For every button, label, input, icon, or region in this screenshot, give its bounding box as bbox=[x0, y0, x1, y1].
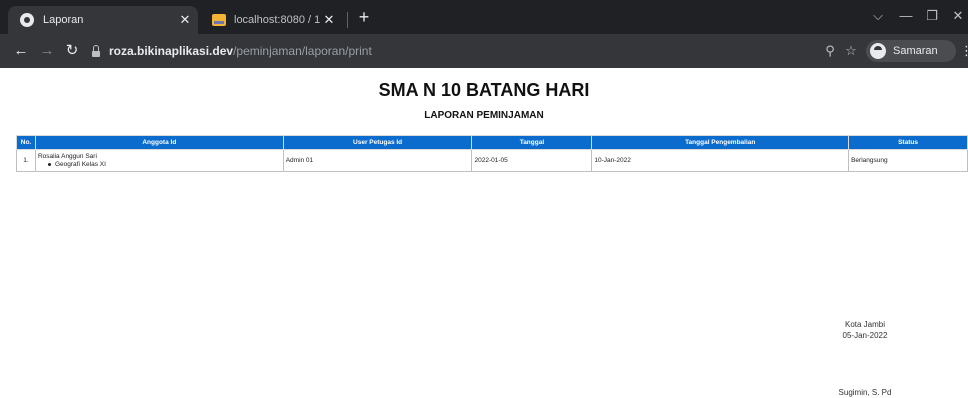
cell-no: 1. bbox=[16, 149, 36, 172]
tab-title: Laporan bbox=[43, 14, 84, 26]
close-icon[interactable]: ✕ bbox=[320, 12, 338, 28]
back-icon[interactable]: ← bbox=[12, 42, 30, 60]
signature-name: Sugimin, S. Pd bbox=[838, 388, 892, 397]
profile-name: Samaran bbox=[893, 45, 938, 57]
table-header-row: No. Anggota Id User Petugas Id Tanggal T… bbox=[16, 135, 968, 150]
column-header-no: No. bbox=[16, 135, 36, 150]
reload-icon[interactable]: ↻ bbox=[63, 42, 81, 60]
book-list-item: Geografi Kelas XI bbox=[38, 161, 281, 168]
column-header-status: Status bbox=[848, 135, 968, 150]
column-header-tanggal: Tanggal bbox=[471, 135, 593, 150]
bookmark-star-icon[interactable]: ☆ bbox=[843, 43, 859, 59]
column-header-petugas: User Petugas Id bbox=[282, 135, 473, 150]
table-row: 1. Rosalia Anggun Sari Geografi Kelas XI… bbox=[16, 149, 968, 172]
browser-tab-strip: Laporan ✕ localhost:8080 / 127.0.0.1 / r… bbox=[0, 0, 968, 34]
profile-button[interactable]: Samaran bbox=[866, 40, 956, 62]
cell-anggota: Rosalia Anggun Sari Geografi Kelas XI bbox=[34, 149, 284, 172]
url-path: /peminjaman/laporan/print bbox=[233, 44, 372, 58]
column-header-tanggal-pengembalian: Tanggal Pengembalian bbox=[591, 135, 850, 150]
cell-tanggal: 2022-01-05 bbox=[471, 149, 593, 172]
restore-icon[interactable]: ❐ bbox=[920, 6, 944, 26]
chrome-icon bbox=[20, 13, 34, 27]
browser-toolbar: ← → ↻ roza.bikinaplikasi.dev/peminjaman/… bbox=[0, 34, 968, 68]
cell-status: Berlangsung bbox=[848, 149, 968, 172]
incognito-icon bbox=[870, 43, 886, 59]
cell-tanggal-pengembalian: 10-Jan-2022 bbox=[591, 149, 850, 172]
tab-title: localhost:8080 / 127.0.0.1 / roza bbox=[234, 14, 320, 26]
member-name: Rosalia Anggun Sari bbox=[37, 153, 97, 160]
signature-city: Kota Jambi bbox=[844, 320, 886, 329]
zoom-icon[interactable]: ⚲ bbox=[822, 43, 838, 59]
signature-date: 05-Jan-2022 bbox=[842, 331, 888, 340]
lock-icon bbox=[92, 44, 100, 57]
menu-icon[interactable]: ⋮ bbox=[960, 43, 968, 59]
cell-petugas: Admin 01 bbox=[282, 149, 473, 172]
forward-icon[interactable]: → bbox=[38, 42, 56, 60]
window-close-icon[interactable]: ✕ bbox=[946, 6, 968, 26]
bullet-icon bbox=[47, 162, 51, 166]
tab-phpmyadmin[interactable]: localhost:8080 / 127.0.0.1 / roza ✕ bbox=[204, 6, 342, 34]
minimize-icon[interactable]: — bbox=[894, 6, 918, 26]
phpmyadmin-icon bbox=[212, 14, 226, 26]
address-bar[interactable]: roza.bikinaplikasi.dev/peminjaman/lapora… bbox=[88, 39, 868, 63]
report-title: LAPORAN PEMINJAMAN bbox=[424, 110, 544, 121]
column-header-anggota: Anggota Id bbox=[34, 135, 284, 150]
close-icon[interactable]: ✕ bbox=[176, 12, 194, 28]
report-table: No. Anggota Id User Petugas Id Tanggal T… bbox=[16, 135, 968, 172]
report-page: SMA N 10 BATANG HARI LAPORAN PEMINJAMAN … bbox=[0, 68, 968, 398]
book-title: Geografi Kelas XI bbox=[54, 161, 106, 168]
url-host: roza.bikinaplikasi.dev bbox=[109, 44, 234, 58]
tab-search-icon[interactable]: ⌵ bbox=[866, 6, 890, 26]
new-tab-icon[interactable]: + bbox=[354, 7, 374, 27]
tab-divider bbox=[347, 12, 348, 28]
school-name: SMA N 10 BATANG HARI bbox=[378, 80, 590, 100]
tab-laporan[interactable]: Laporan ✕ bbox=[8, 6, 198, 34]
